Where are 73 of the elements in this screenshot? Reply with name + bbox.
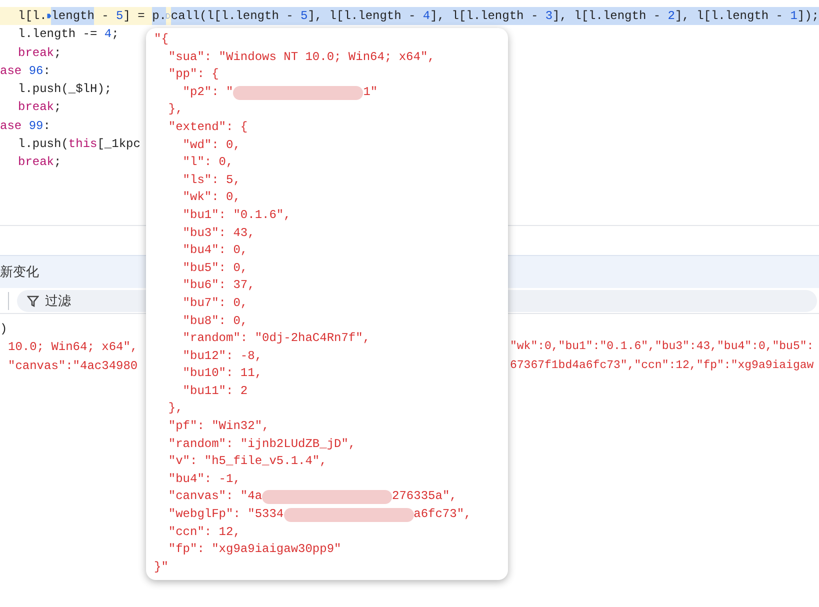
json-text: "bu4": 0, (182, 242, 248, 260)
code-token: 3 (545, 7, 553, 26)
code-token: break (18, 44, 54, 62)
json-text: 276335a", (392, 488, 457, 506)
json-text: "wd": 0, (182, 136, 240, 154)
json-text: "{ (154, 31, 168, 48)
console-text: "wk":0,"bu1":"0.1.6","bu3":43,"bu4":0,"bu5": (510, 339, 814, 356)
code-token: 5 (116, 8, 124, 25)
json-text: "bu7": 0, (182, 294, 248, 312)
json-text: "v": "h5_file_v5.1.4", (167, 453, 327, 470)
code-token: l[l. (18, 8, 47, 25)
json-text: a6fc73", (414, 506, 472, 524)
json-text: "bu1": "0.1.6", (182, 206, 291, 224)
panel-title: 新变化 (0, 263, 39, 282)
code-token: l.push( (18, 136, 68, 154)
json-text: "bu4": -1, (167, 470, 240, 488)
json-text: "fp": "xg9a9iaigaw30pp9" (167, 541, 342, 558)
json-text: "canvas": "4a (167, 488, 262, 506)
code-token: ase (0, 62, 23, 80)
json-text: "bu5": 0, (182, 260, 248, 277)
json-text: "bu8": 0, (182, 312, 248, 330)
json-text: "random": "0dj-2haC4Rn7f", (182, 330, 370, 348)
code-token: ]); (797, 7, 819, 26)
code-token: 99 (28, 118, 44, 135)
json-text: "p2": " (182, 84, 234, 101)
json-text: "pf": "Win32", (167, 418, 270, 436)
code-token: l.push(_$lH); (18, 81, 112, 98)
code-token: ; (112, 26, 119, 44)
json-text: "pp": { (167, 66, 219, 84)
code-token: - (100, 8, 110, 25)
code-token: ; (54, 154, 62, 172)
code-token: break (18, 99, 54, 116)
code-token: ] = (123, 8, 146, 25)
json-text: "l": 0, (182, 154, 234, 172)
json-text: "sua": "Windows NT 10.0; Win64; x64", (167, 48, 435, 66)
json-text: "bu11": 2 (182, 382, 248, 400)
code-token: break (18, 154, 54, 172)
code-token: this (68, 136, 98, 154)
json-text: "bu3": 43, (182, 224, 255, 242)
code-token: ], l[l.length - (552, 7, 668, 26)
json-text: "bu10": 11, (182, 365, 262, 382)
code-token: [_1kpc (97, 136, 140, 154)
code-token: : (43, 62, 50, 80)
code-token: 1 (790, 7, 798, 26)
code-token: 96 (28, 62, 44, 80)
code-token: : (43, 118, 50, 135)
code-token: ase (0, 118, 23, 135)
code-token: ], l[l.length - (308, 7, 423, 26)
json-text: "ccn": 12, (167, 524, 240, 541)
json-text: 1" (363, 84, 378, 101)
code-token: ], l[l.length - (674, 7, 790, 26)
json-text: "wk": 0, (182, 189, 240, 206)
json-text: }, (167, 400, 183, 418)
code-token: 4 (104, 26, 112, 44)
code-token: ; (54, 44, 62, 62)
code-token: length (51, 7, 94, 26)
json-text: "extend": { (167, 118, 248, 136)
console-text: 67367f1bd4a6fc73","ccn":12,"fp":"xg9a9iaigaw (510, 358, 814, 374)
json-text: "webglFp": "5334 (167, 506, 284, 524)
json-text: "bu12": -8, (182, 348, 262, 365)
code-token: ; (54, 99, 62, 116)
console-text: "canvas":"4ac34980 (8, 358, 139, 375)
json-text: }, (167, 101, 183, 118)
code-token: ], l[l.length - (430, 7, 546, 26)
json-text: "random": "ijnb2LUdZB_jD", (167, 436, 356, 453)
console-text: 10.0; Win64; x64", (8, 339, 139, 356)
console-text: ) (0, 321, 8, 338)
json-text: }" (154, 558, 168, 576)
json-text: "ls": 5, (182, 172, 240, 189)
code-token: l.length -= (18, 26, 98, 44)
code-token: call(l[l.length - (170, 7, 300, 26)
json-text: "bu6": 37, (182, 277, 255, 294)
code-token: p. (152, 7, 166, 26)
